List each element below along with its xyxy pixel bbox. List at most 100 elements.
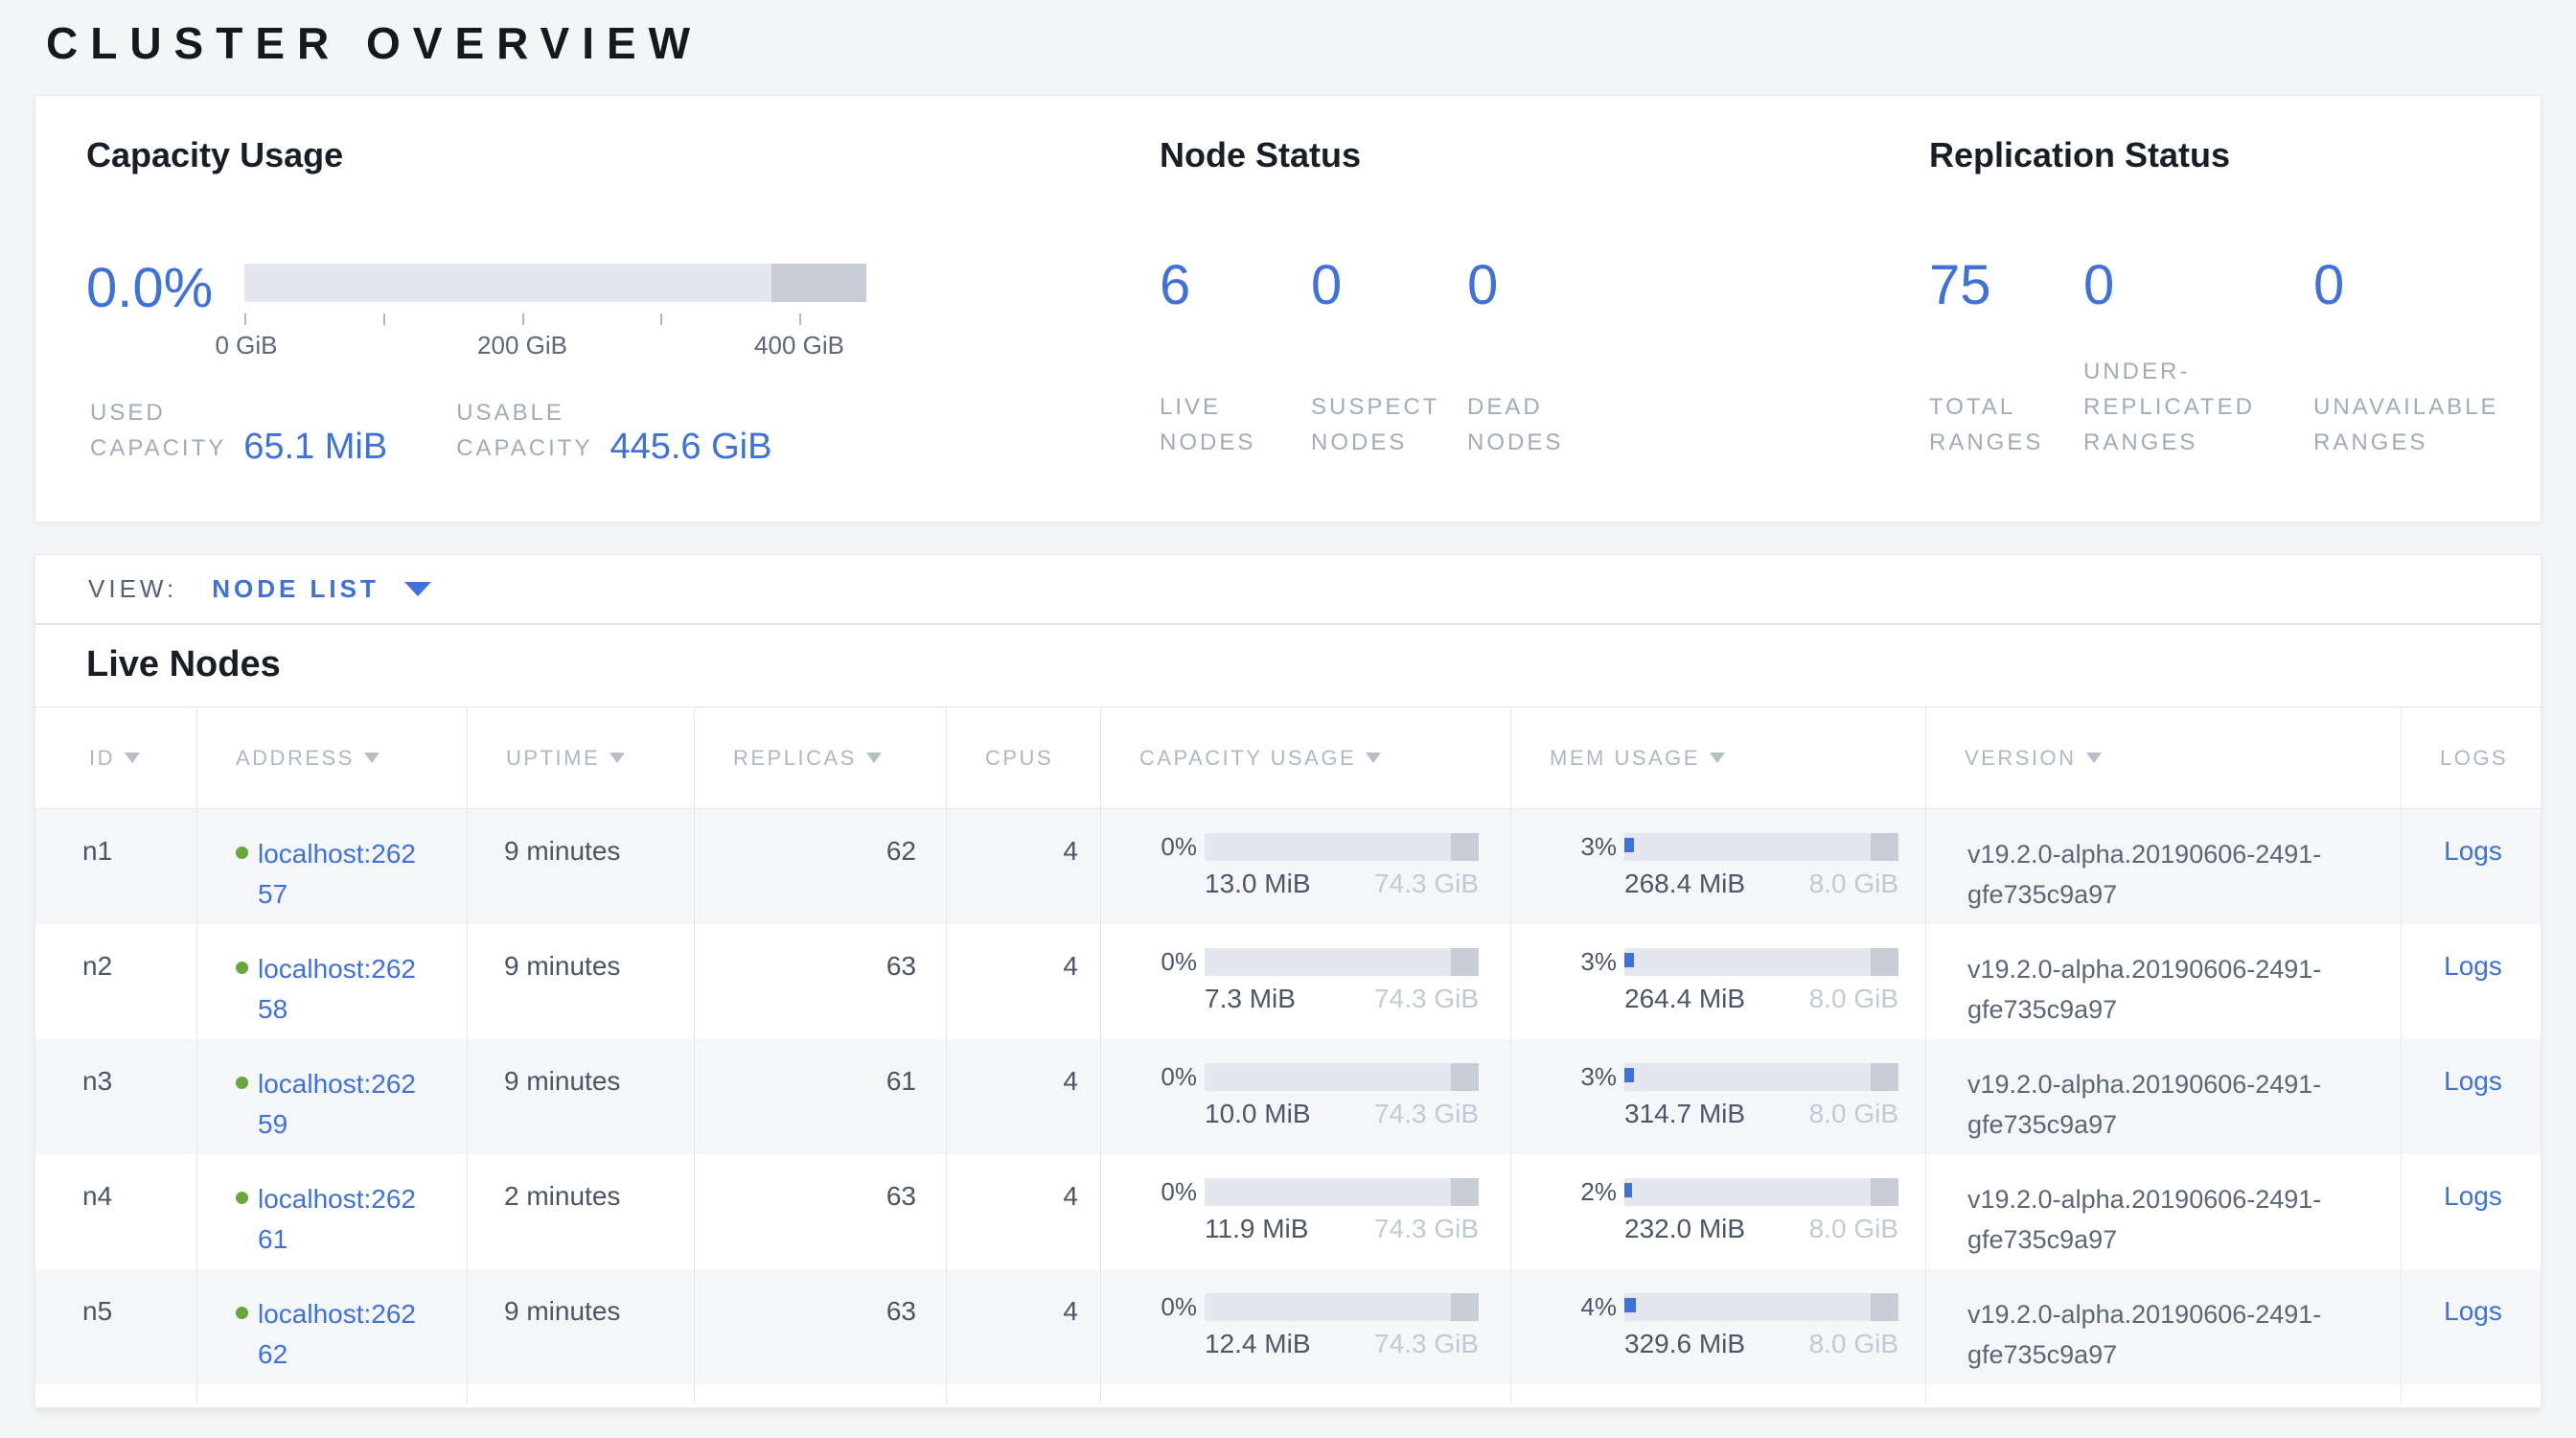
unavailable-ranges-value: 0 xyxy=(2313,254,2344,317)
mem-used-value: 264.4 MiB xyxy=(1624,984,1745,1014)
node-version-cell: v19.2.0-alpha.20190606-2491- gfe735c9a97 xyxy=(1926,1154,2402,1269)
logs-link[interactable]: Logs xyxy=(2444,1181,2502,1211)
live-status-dot-icon xyxy=(236,1307,248,1319)
view-label: VIEW: xyxy=(88,574,177,604)
column-header-capacity-usage[interactable]: CAPACITY USAGE xyxy=(1101,707,1511,808)
node-status-section: Node Status 6 LIVE NODES 0 SUSPECT NODES… xyxy=(1160,96,1869,522)
column-header-id[interactable]: ID xyxy=(35,707,197,808)
table-header-row: ID ADDRESS UPTIME REPLICAS CPUS CAPACITY… xyxy=(35,707,2541,809)
column-header-logs: LOGS xyxy=(2402,707,2544,808)
node-cpus: 4 xyxy=(947,1154,1101,1269)
axis-label-0gib: 0 GiB xyxy=(215,331,277,360)
logs-link[interactable]: Logs xyxy=(2444,1296,2502,1326)
node-logs-cell: Logs xyxy=(2402,1154,2544,1269)
node-logs-cell: Logs xyxy=(2402,924,2544,1039)
node-mem-usage-cell: 3% 264.4 MiB 8.0 GiB xyxy=(1511,924,1926,1039)
capacity-percent: 0.0% xyxy=(86,257,213,320)
logs-link[interactable]: Logs xyxy=(2444,836,2502,866)
node-replicas: 61 xyxy=(695,1039,947,1154)
capacity-gauge-axis-labels: 0 GiB 200 GiB 400 GiB xyxy=(244,331,866,360)
mem-bar xyxy=(1624,1293,1898,1321)
page-title: CLUSTER OVERVIEW xyxy=(46,17,702,69)
node-logs-cell: Logs xyxy=(2402,1269,2544,1384)
mem-bar xyxy=(1624,833,1898,861)
suspect-nodes-stat: 0 SUSPECT NODES xyxy=(1311,96,1467,522)
node-address-cell: localhost:262 62 xyxy=(197,1269,468,1384)
logs-link[interactable]: Logs xyxy=(2444,1066,2502,1096)
dead-nodes-value: 0 xyxy=(1467,254,1498,317)
used-capacity-label: USED CAPACITY xyxy=(90,395,226,466)
node-uptime: 9 minutes xyxy=(468,809,695,924)
mem-percent-label: 3% xyxy=(1511,1062,1617,1092)
capacity-percent-label: 0% xyxy=(1101,832,1197,862)
mem-total-value: 8.0 GiB xyxy=(1809,869,1898,899)
node-address-link[interactable]: localhost:262 62 xyxy=(258,1294,416,1375)
sort-arrow-icon xyxy=(1366,753,1381,763)
node-replicas: 63 xyxy=(695,1269,947,1384)
mem-bar xyxy=(1624,1063,1898,1091)
logs-link[interactable]: Logs xyxy=(2444,951,2502,981)
node-address-cell: localhost:262 58 xyxy=(197,924,468,1039)
capacity-stats: USED CAPACITY 65.1 MiB USABLE CAPACITY 4… xyxy=(90,395,771,466)
node-version-cell: v19.2.0-alpha.20190606-2491- gfe735c9a97 xyxy=(1926,1269,2402,1384)
live-status-dot-icon xyxy=(236,962,248,974)
node-address-link[interactable]: localhost:262 57 xyxy=(258,834,416,915)
capacity-total-value: 74.3 GiB xyxy=(1374,1099,1479,1129)
sort-arrow-icon xyxy=(1710,753,1725,763)
node-uptime: 9 minutes xyxy=(468,1269,695,1384)
usable-capacity-stat: USABLE CAPACITY 445.6 GiB xyxy=(456,395,771,466)
column-header-version[interactable]: VERSION xyxy=(1926,707,2402,808)
node-cpus: 4 xyxy=(947,1039,1101,1154)
capacity-used-value: 7.3 MiB xyxy=(1205,984,1296,1014)
capacity-percent-label: 0% xyxy=(1101,947,1197,977)
mem-total-value: 8.0 GiB xyxy=(1809,984,1898,1014)
replication-status-section: Replication Status 75 TOTAL RANGES 0 UND… xyxy=(1929,96,2542,522)
table-row: n1 localhost:262 57 9 minutes 62 4 0% 13… xyxy=(35,809,2541,924)
view-selector-dropdown[interactable]: NODE LIST xyxy=(212,574,431,604)
node-address-cell: localhost:262 57 xyxy=(197,809,468,924)
node-address-link[interactable]: localhost:262 58 xyxy=(258,949,416,1030)
dead-nodes-stat: 0 DEAD NODES xyxy=(1467,96,1640,522)
table-row-partial xyxy=(35,1384,2541,1404)
node-replicas: 63 xyxy=(695,1154,947,1269)
node-capacity-usage-cell: 0% 11.9 MiB 74.3 GiB xyxy=(1101,1154,1511,1269)
table-row: n5 localhost:262 62 9 minutes 63 4 0% 12… xyxy=(35,1269,2541,1384)
node-address-cell: localhost:262 61 xyxy=(197,1154,468,1269)
under-replicated-ranges-stat: 0 UNDER- REPLICATED RANGES xyxy=(2083,96,2313,522)
live-nodes-label: LIVE NODES xyxy=(1160,389,1255,460)
mem-percent-label: 2% xyxy=(1511,1177,1617,1207)
node-id: n5 xyxy=(35,1269,197,1384)
capacity-percent-label: 0% xyxy=(1101,1177,1197,1207)
capacity-used-value: 11.9 MiB xyxy=(1205,1214,1308,1244)
node-id: n2 xyxy=(35,924,197,1039)
node-id: n1 xyxy=(35,809,197,924)
under-replicated-ranges-value: 0 xyxy=(2083,254,2114,317)
table-row: n2 localhost:262 58 9 minutes 63 4 0% 7.… xyxy=(35,924,2541,1039)
column-header-replicas[interactable]: REPLICAS xyxy=(695,707,947,808)
capacity-usage-heading: Capacity Usage xyxy=(86,134,343,176)
capacity-gauge-dark-segment xyxy=(771,264,866,302)
capacity-used-value: 13.0 MiB xyxy=(1205,869,1311,899)
column-header-uptime[interactable]: UPTIME xyxy=(468,707,695,808)
node-logs-cell: Logs xyxy=(2402,809,2544,924)
table-row: n4 localhost:262 61 2 minutes 63 4 0% 11… xyxy=(35,1154,2541,1269)
node-cpus: 4 xyxy=(947,1269,1101,1384)
node-capacity-usage-cell: 0% 13.0 MiB 74.3 GiB xyxy=(1101,809,1511,924)
sort-arrow-icon xyxy=(2086,753,2102,763)
suspect-nodes-value: 0 xyxy=(1311,254,1342,317)
node-address-link[interactable]: localhost:262 59 xyxy=(258,1064,416,1145)
axis-label-200gib: 200 GiB xyxy=(477,331,567,360)
mem-used-value: 329.6 MiB xyxy=(1624,1329,1745,1359)
sort-arrow-icon xyxy=(364,753,380,763)
capacity-total-value: 74.3 GiB xyxy=(1374,1329,1479,1359)
table-row: n3 localhost:262 59 9 minutes 61 4 0% 10… xyxy=(35,1039,2541,1154)
capacity-used-value: 10.0 MiB xyxy=(1205,1099,1311,1129)
node-address-link[interactable]: localhost:262 61 xyxy=(258,1179,416,1260)
mem-bar xyxy=(1624,1178,1898,1206)
column-header-cpus[interactable]: CPUS xyxy=(947,707,1101,808)
capacity-percent-label: 0% xyxy=(1101,1292,1197,1322)
used-capacity-stat: USED CAPACITY 65.1 MiB xyxy=(90,395,387,466)
column-header-mem-usage[interactable]: MEM USAGE xyxy=(1511,707,1926,808)
node-address-cell: localhost:262 59 xyxy=(197,1039,468,1154)
column-header-address[interactable]: ADDRESS xyxy=(197,707,468,808)
